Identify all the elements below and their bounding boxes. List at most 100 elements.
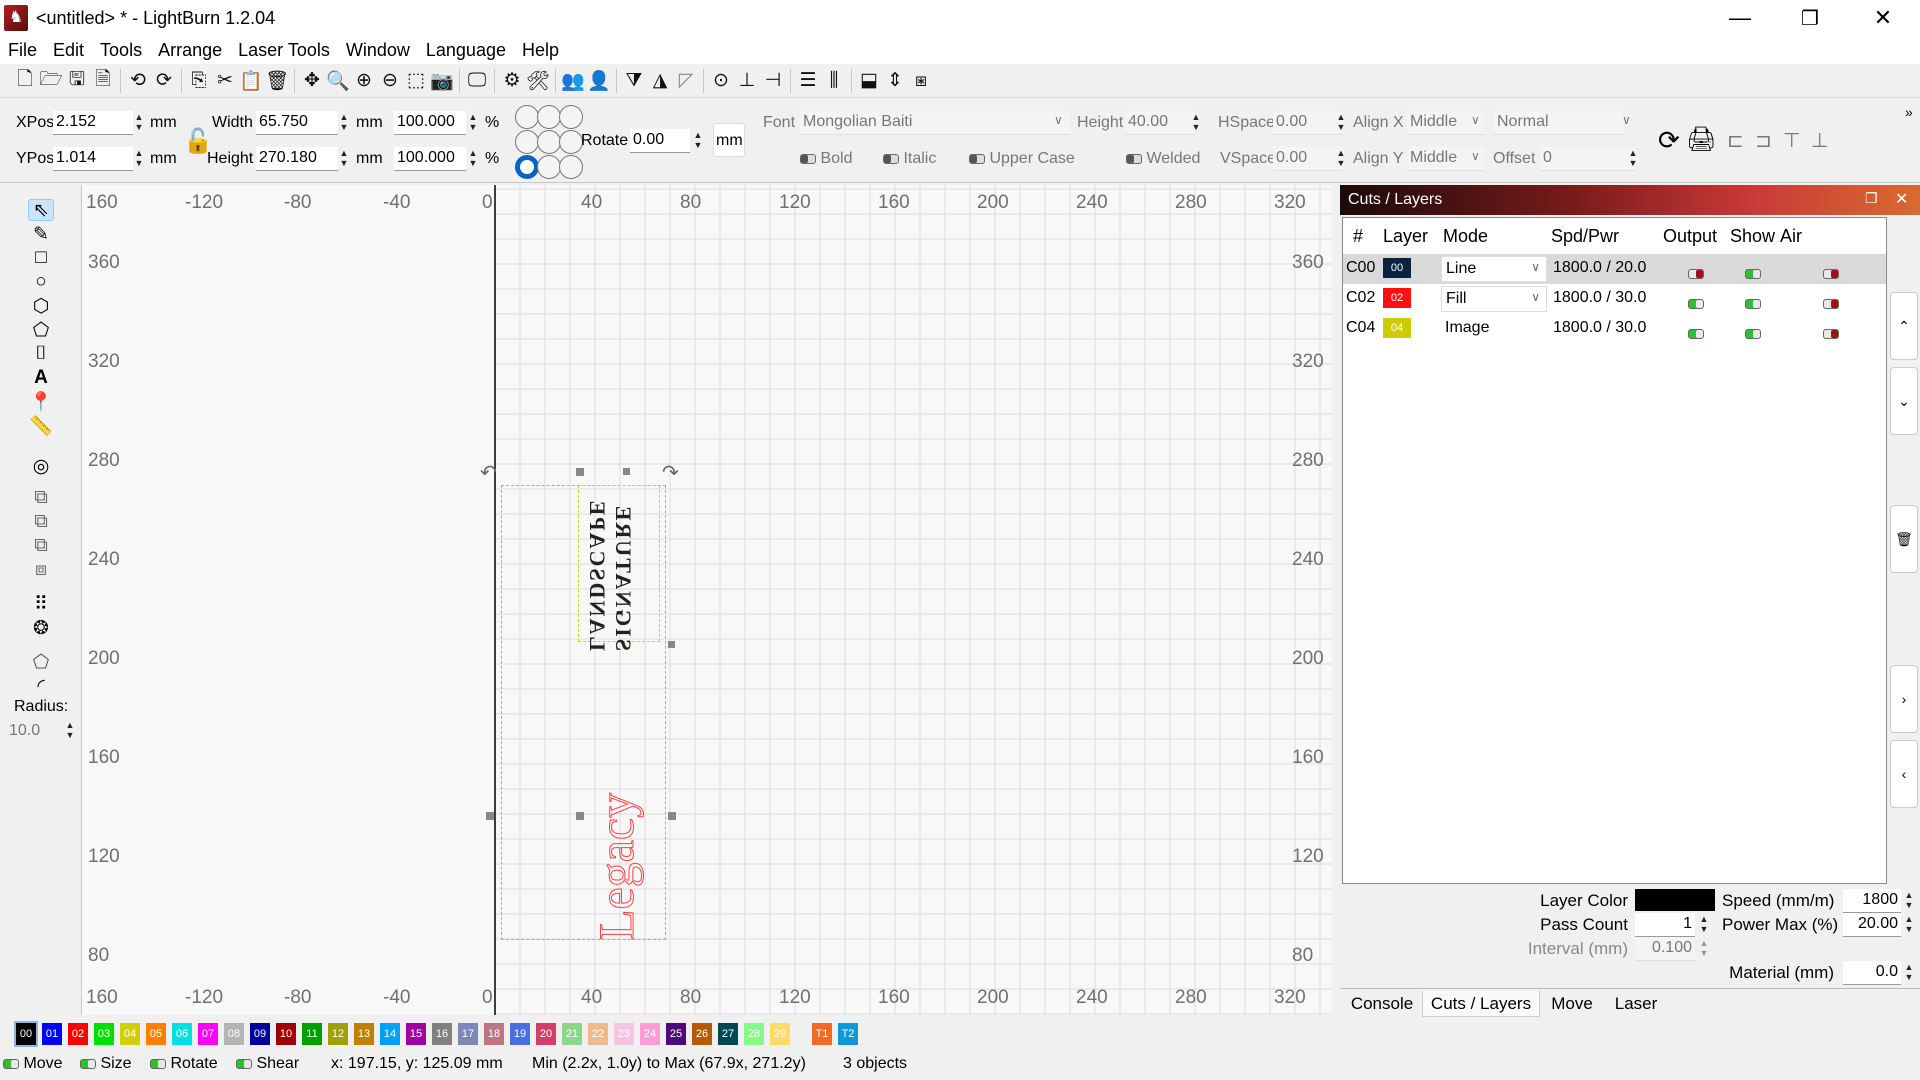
scale-height-spinner[interactable]: ▲ ▼	[467, 148, 479, 170]
shear-toggle[interactable]: Shear	[236, 1055, 299, 1073]
rotate-spinner[interactable]: ▲ ▼	[692, 130, 704, 152]
undo-icon[interactable]: ⟲	[125, 68, 151, 94]
palette-swatch-06[interactable]: 06	[172, 1023, 192, 1045]
align-right-edge-icon[interactable]: ⊐	[1755, 128, 1772, 153]
draw-lines-icon[interactable]: ✎	[28, 223, 54, 245]
palette-swatch-02[interactable]: 02	[68, 1023, 88, 1045]
scale-height-input[interactable]: 100.000	[394, 147, 466, 171]
delete-icon[interactable]: 🗑	[264, 68, 290, 94]
minimize-button[interactable]: —	[1705, 0, 1775, 36]
mirror-vertical-icon[interactable]: ⧩	[621, 68, 647, 94]
palette-swatch-08[interactable]: 08	[224, 1023, 244, 1045]
height-spinner[interactable]: ▲ ▼	[338, 148, 350, 170]
menu-help[interactable]: Help	[514, 40, 567, 61]
distribute-space-v-icon[interactable]: ⇕	[882, 68, 908, 94]
layer-row[interactable]: C00 00 Line ∨ 1800.0 / 20.0	[1343, 254, 1886, 284]
group-icon[interactable]: 👥	[560, 68, 586, 94]
align-right-icon[interactable]: ⊣	[760, 68, 786, 94]
palette-swatch-29[interactable]: 29	[770, 1023, 790, 1045]
menu-language[interactable]: Language	[418, 40, 514, 61]
zoom-frame-icon[interactable]: ⬚	[403, 68, 429, 94]
toolbar-overflow-icon[interactable]: »	[1905, 104, 1913, 120]
palette-swatch-10[interactable]: 10	[276, 1023, 296, 1045]
cut-icon[interactable]: ✂	[212, 68, 238, 94]
close-button[interactable]: ✕	[1848, 0, 1918, 36]
position-laser-icon[interactable]: ⌷	[28, 343, 54, 365]
palette-swatch-25[interactable]: 25	[666, 1023, 686, 1045]
palette-swatch-14[interactable]: 14	[380, 1023, 400, 1045]
ungroup-icon[interactable]: 👤	[586, 68, 612, 94]
anchor-top-center[interactable]	[537, 105, 561, 129]
align-bottom-edge-icon[interactable]: ⊥	[1811, 128, 1828, 153]
palette-swatch-13[interactable]: 13	[354, 1023, 374, 1045]
move-toggle[interactable]: Move	[3, 1055, 63, 1073]
layer-show-toggle[interactable]	[1745, 293, 1761, 313]
anchor-middle-right[interactable]	[559, 130, 583, 154]
italic-toggle[interactable]: Italic	[883, 150, 936, 168]
palette-swatch-01[interactable]: 01	[42, 1023, 62, 1045]
rotate-input[interactable]: 0.00	[630, 129, 690, 153]
center-icon[interactable]: ⊙	[708, 68, 734, 94]
polygon-icon[interactable]: ⬡	[28, 295, 54, 317]
scale-width-input[interactable]: 100.000	[394, 111, 466, 135]
layer-color-swatch[interactable]: 04	[1383, 318, 1411, 338]
rotate-handle-icon[interactable]: ↷	[662, 460, 679, 485]
anchor-middle-center[interactable]	[537, 130, 561, 154]
vspace-input[interactable]: 0.00	[1273, 147, 1343, 171]
grid-array-icon[interactable]: ⠿	[28, 593, 54, 615]
anchor-top-right[interactable]	[559, 105, 583, 129]
radius-spinner[interactable]: ▲ ▼	[64, 720, 76, 742]
move-layer-down-button[interactable]: ⌄	[1890, 367, 1918, 435]
palette-swatch-12[interactable]: 12	[328, 1023, 348, 1045]
menu-arrange[interactable]: Arrange	[150, 40, 230, 61]
scale-handle[interactable]	[576, 468, 584, 476]
camera-icon[interactable]: 📷	[429, 68, 455, 94]
layer-color-swatch[interactable]: 00	[1383, 258, 1411, 278]
collapse-panel-button[interactable]: ‹	[1890, 740, 1918, 808]
corner-radius-icon[interactable]: ◜	[28, 675, 54, 697]
scale-handle[interactable]	[576, 812, 584, 820]
palette-swatch-11[interactable]: 11	[302, 1023, 322, 1045]
layer-row[interactable]: C02 02 Fill ∨ 1800.0 / 30.0	[1343, 284, 1886, 314]
scale-width-spinner[interactable]: ▲ ▼	[467, 112, 479, 134]
boolean-subtract-icon[interactable]: ⧉	[28, 535, 54, 557]
rotate-flip-icon[interactable]: ◸	[673, 68, 699, 94]
speed-input[interactable]: 1800	[1843, 889, 1901, 913]
palette-swatch-24[interactable]: 24	[640, 1023, 660, 1045]
text-style-select[interactable]: Normal	[1494, 111, 1624, 135]
layer-show-toggle[interactable]	[1745, 323, 1761, 343]
select-tool-icon[interactable]: ⇖	[28, 199, 54, 221]
align-left-edge-icon[interactable]: ⊏	[1727, 128, 1744, 153]
pass-count-input[interactable]: 1	[1635, 913, 1695, 937]
menu-laser-tools[interactable]: Laser Tools	[230, 40, 338, 61]
move-handle[interactable]	[623, 468, 630, 475]
print-cut-icon[interactable]: 🖨	[1686, 125, 1716, 154]
rotate-handle-icon[interactable]: ↶	[480, 460, 497, 485]
scale-handle[interactable]	[668, 641, 675, 648]
image-object[interactable]: SIGNATURE LANDSCAPE	[578, 485, 660, 651]
offset-input[interactable]: 0	[1540, 147, 1635, 171]
offset-spinner[interactable]: ▲ ▼	[1627, 148, 1639, 170]
tab-laser[interactable]: Laser	[1604, 991, 1668, 1017]
pentagon-icon[interactable]: ⬠	[28, 319, 54, 341]
layer-air-toggle[interactable]	[1823, 263, 1839, 283]
layer-color-swatch[interactable]	[1635, 889, 1715, 911]
zoom-selection-icon[interactable]: 🔍	[325, 68, 351, 94]
boolean-union-icon[interactable]: ⧉	[28, 511, 54, 533]
align-top-edge-icon[interactable]: ⊤	[1783, 128, 1800, 153]
anchor-bottom-right[interactable]	[559, 155, 583, 179]
scale-handle[interactable]	[668, 812, 676, 820]
boolean-intersect-icon[interactable]: ⧈	[28, 559, 54, 581]
layer-air-toggle[interactable]	[1823, 323, 1839, 343]
tab-console[interactable]: Console	[1342, 991, 1422, 1017]
palette-swatch-17[interactable]: 17	[458, 1023, 478, 1045]
marker-pin-icon[interactable]: 📍	[28, 391, 54, 413]
auto-join-icon[interactable]: ⬠	[28, 651, 54, 673]
palette-swatch-20[interactable]: 20	[536, 1023, 556, 1045]
palette-swatch-28[interactable]: 28	[744, 1023, 764, 1045]
interval-spinner[interactable]: ▲ ▼	[1698, 938, 1710, 960]
ypos-input[interactable]: 1.014	[53, 147, 133, 171]
upper-case-toggle[interactable]: Upper Case	[969, 150, 1075, 168]
layer-mode-select[interactable]: Fill ∨	[1441, 286, 1547, 312]
distribute-space-h-icon[interactable]: ⬓	[856, 68, 882, 94]
